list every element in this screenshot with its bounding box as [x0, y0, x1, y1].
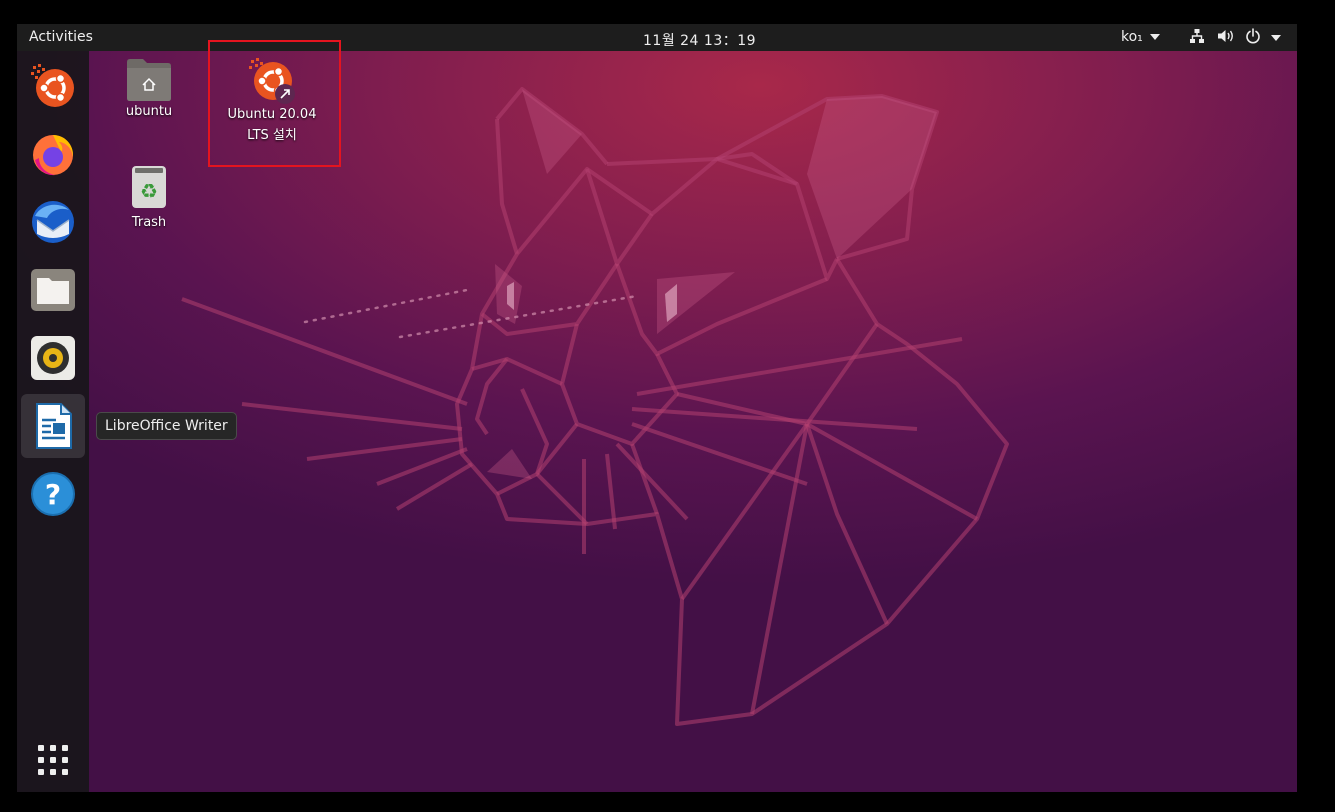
chevron-down-icon — [1150, 34, 1161, 40]
help-icon: ? — [31, 472, 75, 516]
svg-text:♻: ♻ — [140, 179, 158, 203]
firefox-icon — [33, 135, 74, 176]
rhythmbox-icon — [31, 336, 75, 380]
svg-text:?: ? — [45, 478, 61, 511]
app-grid-icon — [38, 745, 68, 775]
show-applications-button[interactable] — [21, 728, 85, 792]
libreoffice-writer-icon — [36, 403, 72, 449]
files-icon — [31, 269, 75, 311]
activities-button[interactable]: Activities — [29, 29, 93, 45]
clock[interactable]: 11월 24 13：19 — [643, 30, 756, 50]
thunderbird-icon — [32, 201, 74, 243]
highlight-box — [208, 40, 341, 167]
home-folder-icon — [127, 59, 171, 101]
desktop-icon-trash-label: Trash — [131, 215, 167, 230]
dock-tooltip: LibreOffice Writer — [96, 412, 237, 440]
dock-item-libreoffice-writer[interactable] — [21, 394, 85, 458]
trash-icon: ♻ — [132, 166, 166, 208]
dock: ? — [17, 51, 89, 792]
dock-item-firefox[interactable] — [21, 122, 85, 186]
input-method-label: ko₁ — [1121, 29, 1143, 45]
power-icon[interactable] — [1245, 28, 1261, 44]
network-icon[interactable] — [1189, 28, 1205, 44]
dock-item-rhythmbox[interactable] — [21, 326, 85, 390]
dock-item-thunderbird[interactable] — [21, 190, 85, 254]
dock-item-help[interactable]: ? — [21, 462, 85, 526]
system-menu-chevron-down-icon[interactable] — [1271, 34, 1281, 42]
ubuntu-installer-icon — [31, 64, 74, 107]
input-method-indicator[interactable]: ko₁ — [1121, 29, 1161, 45]
volume-icon[interactable] — [1217, 28, 1235, 44]
desktop-icon-trash[interactable]: ♻ Trash — [109, 164, 189, 233]
dock-item-files[interactable] — [21, 258, 85, 322]
dock-item-ubuntu-installer[interactable] — [21, 54, 85, 118]
desktop-screen: Activities 11월 24 13：19 ko₁ ? LibreOffic… — [17, 24, 1297, 792]
desktop-icon-home[interactable]: ubuntu — [109, 58, 189, 122]
desktop-icon-home-label: ubuntu — [125, 104, 173, 119]
